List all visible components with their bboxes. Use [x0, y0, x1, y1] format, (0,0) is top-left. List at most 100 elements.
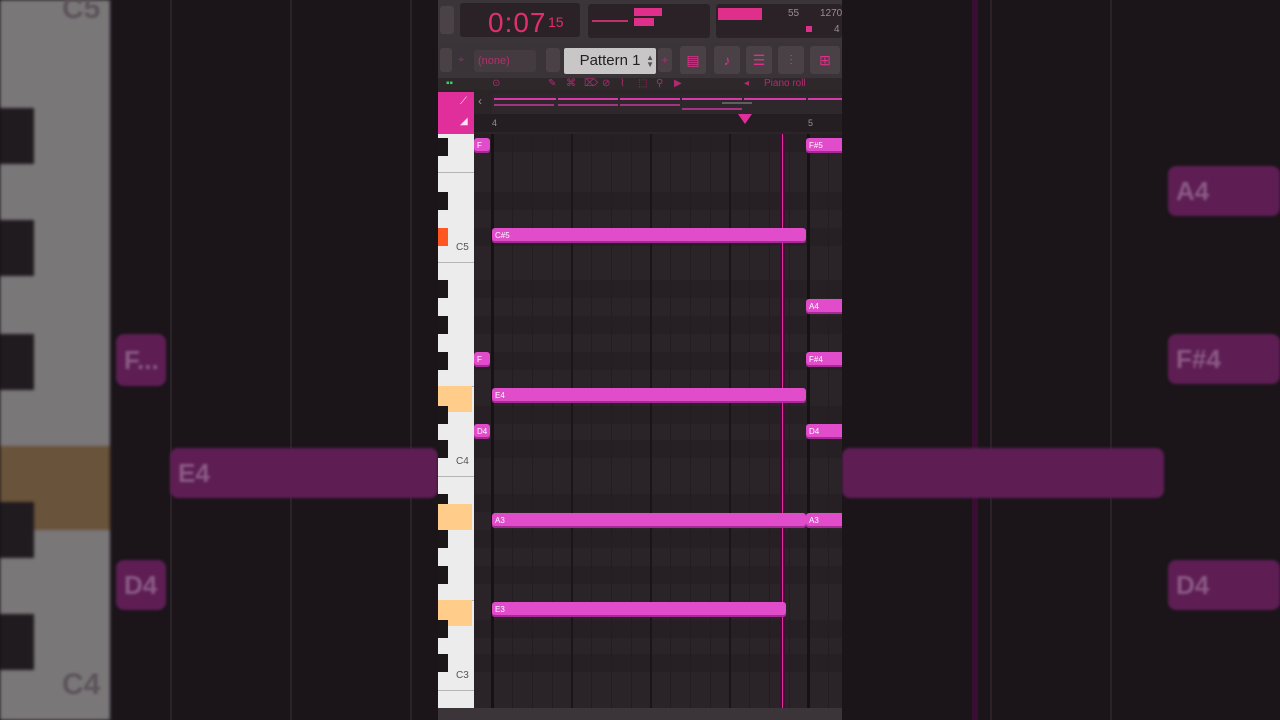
- polyphony-value: 4: [834, 24, 840, 35]
- background-note-e4: E4: [170, 448, 438, 498]
- grid-step-line: [552, 134, 553, 708]
- overview-note: [558, 98, 618, 100]
- black-key[interactable]: [438, 530, 448, 548]
- delete-tool-icon[interactable]: ⌦: [584, 78, 598, 89]
- black-key-row: [474, 134, 842, 152]
- note-grid[interactable]: F F#5 C#5 A4 F F#4 E4 D4 D4 A3 A3 E3: [474, 134, 842, 708]
- note[interactable]: F: [474, 352, 490, 367]
- grid-beat-line: [650, 134, 652, 708]
- note[interactable]: D4: [806, 424, 842, 439]
- mute-tool-icon[interactable]: ⊘: [602, 78, 610, 89]
- piano-roll-icon[interactable]: ♪: [714, 46, 740, 74]
- note[interactable]: F: [474, 138, 490, 153]
- note[interactable]: C#5: [492, 228, 806, 243]
- background-black-key: [0, 502, 34, 558]
- note[interactable]: E3: [492, 602, 786, 617]
- note[interactable]: E4: [492, 388, 806, 403]
- paint-tool-icon[interactable]: ⌘: [566, 78, 576, 89]
- note[interactable]: F#5: [806, 138, 842, 153]
- corner-triangle-icon: ◢: [460, 116, 468, 127]
- note[interactable]: A4: [806, 299, 842, 314]
- background-black-key: [0, 108, 34, 164]
- overview-note: [620, 98, 680, 100]
- grid-step-line: [690, 134, 691, 708]
- black-key[interactable]: [438, 566, 448, 584]
- overview-note: [494, 104, 554, 106]
- scroll-left-icon[interactable]: ‹: [478, 94, 482, 108]
- horizontal-scrollbar[interactable]: [438, 708, 842, 720]
- black-key[interactable]: [438, 138, 448, 156]
- scope-wave: [592, 20, 628, 22]
- background-note: D4: [116, 560, 166, 610]
- overview-note: [620, 104, 680, 106]
- overview-note: [808, 98, 842, 100]
- note[interactable]: A3: [806, 513, 842, 528]
- grid-beat-line: [729, 134, 731, 708]
- draw-tool-icon[interactable]: ✎: [548, 78, 556, 89]
- pattern-overview[interactable]: [492, 94, 842, 114]
- curve-icon: ⟋: [460, 96, 467, 107]
- slice-tool-icon[interactable]: ⌇: [620, 78, 625, 89]
- grid-step-line: [631, 134, 632, 708]
- grid-step-line: [611, 134, 612, 708]
- note[interactable]: D4: [474, 424, 490, 439]
- background-black-key: [0, 220, 34, 276]
- window-menu-icon[interactable]: ◂: [744, 78, 749, 89]
- playback-tool-icon[interactable]: ▶: [674, 78, 682, 89]
- zoom-tool-icon[interactable]: ⚲: [656, 78, 663, 89]
- key-divider: [438, 172, 474, 173]
- playlist-icon[interactable]: ▤: [680, 46, 706, 74]
- black-key-row: [474, 530, 842, 548]
- pattern-select[interactable]: Pattern 1 ▲ ▼: [564, 48, 656, 74]
- background-note: F#4: [1168, 334, 1280, 384]
- browser-icon[interactable]: ⊞: [810, 46, 840, 74]
- background-grid-line: [170, 0, 172, 720]
- black-key[interactable]: [438, 280, 448, 298]
- octave-label-c3: C3: [456, 670, 469, 681]
- black-key[interactable]: [438, 654, 448, 672]
- black-key[interactable]: [438, 352, 448, 370]
- select-tool-icon[interactable]: ⬚: [638, 78, 647, 89]
- memory-value: 1270: [820, 8, 842, 19]
- note[interactable]: F#4: [806, 352, 842, 367]
- pattern-spin-icon: ▲ ▼: [646, 53, 654, 69]
- time-ruler[interactable]: 4 5: [474, 114, 842, 132]
- tool-corner[interactable]: ⟋ ◢: [438, 92, 474, 134]
- grid-step-line: [828, 134, 829, 708]
- black-key-row: [474, 280, 842, 298]
- transport-toggle-button[interactable]: [440, 6, 454, 34]
- black-key[interactable]: [438, 406, 448, 424]
- options-icon[interactable]: ⊙: [492, 78, 500, 89]
- background-grid-line: [290, 0, 292, 720]
- add-pattern-button[interactable]: +: [658, 48, 672, 72]
- overview-note: [682, 98, 742, 100]
- pattern-toolbar: ⌖ (none) Pattern 1 ▲ ▼ + ▤ ♪ ☰ ⫶ ⊞: [438, 42, 842, 78]
- cpu-bar: [718, 8, 762, 20]
- overview-note: [494, 98, 556, 100]
- pattern-prev-button[interactable]: [546, 48, 560, 72]
- black-key[interactable]: [438, 192, 448, 210]
- highlighted-key[interactable]: [438, 504, 472, 530]
- black-key[interactable]: [438, 316, 448, 334]
- channel-select[interactable]: (none): [474, 50, 536, 72]
- background-note-e4-right: [842, 448, 1164, 498]
- window-title: Piano roll: [764, 78, 806, 89]
- key-divider: [438, 262, 474, 263]
- black-key-row: [474, 620, 842, 638]
- piano-keyboard[interactable]: C5 C4 C3: [438, 134, 474, 708]
- black-key-row: [474, 566, 842, 584]
- black-key-row: [474, 654, 842, 672]
- channel-rack-icon[interactable]: ☰: [746, 46, 772, 74]
- black-key[interactable]: [438, 440, 448, 458]
- grid-bar-line: [491, 134, 494, 708]
- black-key[interactable]: [438, 620, 448, 638]
- snap-button[interactable]: [440, 48, 452, 72]
- active-key[interactable]: [438, 228, 448, 246]
- background-grid-line: [1110, 0, 1112, 720]
- grid-beat-line: [571, 134, 573, 708]
- playhead-marker-icon[interactable]: [738, 114, 752, 124]
- grid-step-line: [512, 134, 513, 708]
- note[interactable]: A3: [492, 513, 806, 528]
- mixer-icon[interactable]: ⫶: [778, 46, 804, 74]
- background-grid-line: [410, 0, 412, 720]
